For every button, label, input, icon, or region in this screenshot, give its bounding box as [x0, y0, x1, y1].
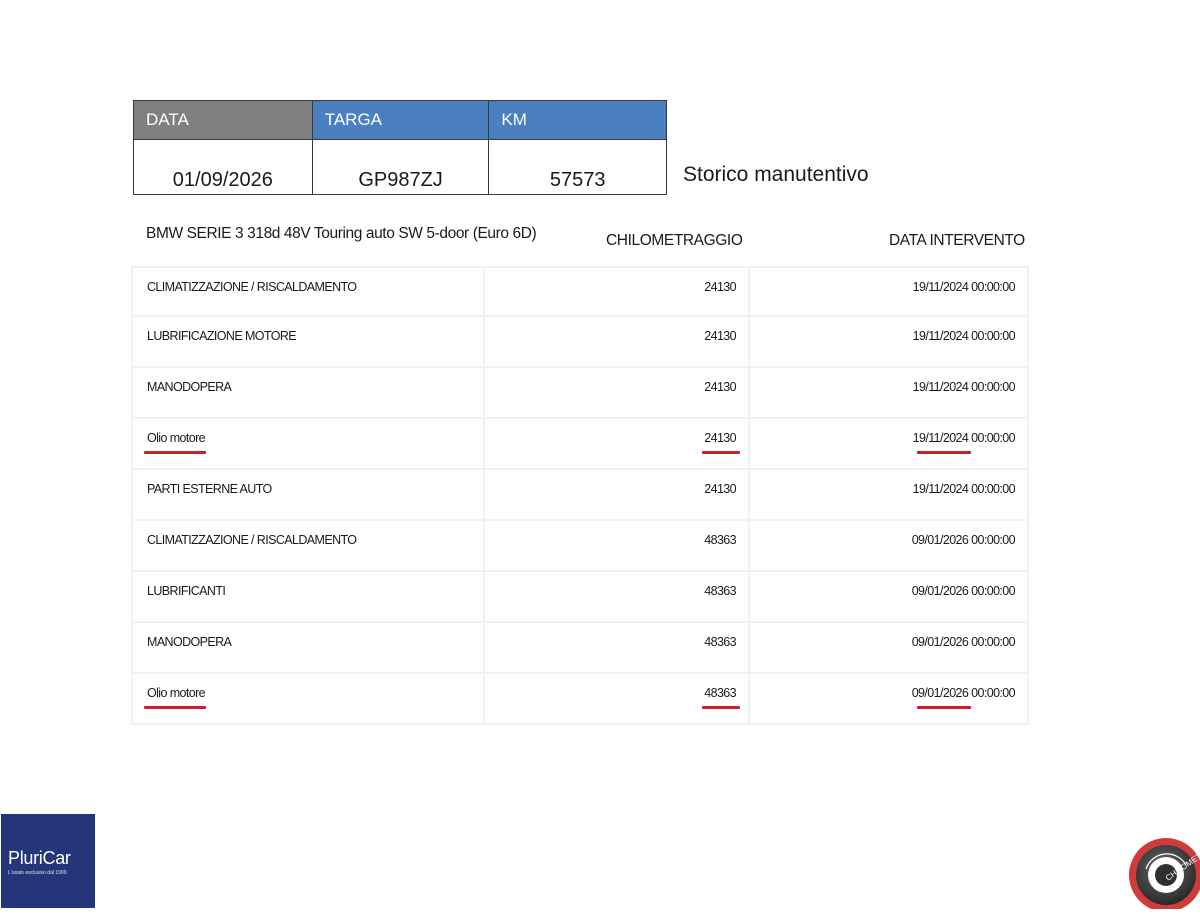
- summary-value-row: 01/09/2026 GP987ZJ 57573: [133, 139, 667, 195]
- red-underline-mark: [917, 706, 971, 709]
- row-date: 09/01/2026 00:00:00: [750, 674, 1029, 723]
- row-date: 19/11/2024 00:00:00: [750, 470, 1029, 519]
- row-km: 24130: [485, 470, 750, 519]
- row-date: 19/11/2024 00:00:00: [750, 317, 1029, 366]
- row-date-text: 09/01/2026 00:00:00: [911, 686, 1016, 700]
- red-underline-mark: [702, 706, 740, 709]
- row-description: CLIMATIZZAZIONE / RISCALDAMENTO: [131, 521, 485, 570]
- row-description: LUBRIFICAZIONE MOTORE: [131, 317, 485, 366]
- row-km-text: 24130: [704, 431, 736, 445]
- summary-table: DATA TARGA KM 01/09/2026 GP987ZJ 57573: [133, 100, 667, 195]
- maintenance-row: LUBRIFICAZIONE MOTORE 24130 19/11/2024 0…: [131, 317, 1029, 368]
- row-date-text: 19/11/2024 00:00:00: [912, 280, 1016, 294]
- row-km: 24130: [485, 268, 750, 315]
- row-description-text: LUBRIFICANTI: [147, 584, 226, 598]
- row-date-text: 19/11/2024 00:00:00: [912, 380, 1016, 394]
- row-km-text: 24130: [704, 329, 736, 343]
- km-certified-seal-icon: CHILOMETRO: [1126, 835, 1200, 912]
- maintenance-row: MANODOPERA 24130 19/11/2024 00:00:00: [131, 368, 1029, 419]
- summary-header-targa: TARGA: [311, 100, 490, 140]
- row-date-text: 09/01/2026 00:00:00: [911, 635, 1016, 649]
- row-km: 48363: [485, 674, 750, 723]
- row-date-text: 19/11/2024 00:00:00: [912, 431, 1016, 445]
- row-km-text: 48363: [704, 584, 736, 598]
- row-km: 48363: [485, 572, 750, 621]
- summary-value-data: 01/09/2026: [133, 139, 313, 195]
- row-description: CLIMATIZZAZIONE / RISCALDAMENTO: [131, 268, 485, 315]
- km-seal-graphic: CHILOMETRO: [1129, 838, 1200, 912]
- row-km-text: 24130: [704, 482, 736, 496]
- maintenance-row: MANODOPERA 48363 09/01/2026 00:00:00: [131, 623, 1029, 674]
- row-description: Olio motore: [131, 419, 485, 468]
- row-km: 24130: [485, 419, 750, 468]
- row-km: 48363: [485, 521, 750, 570]
- document-title: Storico manutentivo: [683, 163, 869, 186]
- row-description-text: MANODOPERA: [147, 635, 232, 649]
- row-description-text: Olio motore: [147, 686, 206, 700]
- maintenance-row: LUBRIFICANTI 48363 09/01/2026 00:00:00: [131, 572, 1029, 623]
- pluricar-logo-brand: PluriCar: [8, 848, 71, 868]
- pluricar-logo-tagline: L'usato esclusivo dal 1999: [8, 870, 67, 876]
- maintenance-row: PARTI ESTERNE AUTO 24130 19/11/2024 00:0…: [131, 470, 1029, 521]
- row-date-text: 09/01/2026 00:00:00: [911, 533, 1016, 547]
- maintenance-row: CLIMATIZZAZIONE / RISCALDAMENTO 48363 09…: [131, 521, 1029, 572]
- row-date: 19/11/2024 00:00:00: [750, 419, 1029, 468]
- red-underline-mark: [144, 706, 206, 709]
- row-km: 48363: [485, 623, 750, 672]
- row-km-text: 48363: [704, 686, 736, 700]
- summary-value-km: 57573: [488, 139, 667, 195]
- row-km-text: 24130: [704, 380, 736, 394]
- red-underline-mark: [144, 451, 206, 454]
- maintenance-row-highlighted: Olio motore 48363 09/01/2026 00:00:00: [131, 674, 1029, 725]
- row-km-text: 24130: [704, 280, 736, 294]
- row-description: PARTI ESTERNE AUTO: [131, 470, 485, 519]
- pluricar-logo: PluriCar L'usato esclusivo dal 1999: [1, 814, 95, 908]
- red-underline-mark: [917, 451, 971, 454]
- row-description-text: Olio motore: [147, 431, 206, 445]
- red-underline-mark: [702, 451, 740, 454]
- row-km: 24130: [485, 368, 750, 417]
- column-header-date: DATA INTERVENTO: [889, 232, 1025, 249]
- row-description-text: PARTI ESTERNE AUTO: [147, 482, 272, 496]
- row-date: 09/01/2026 00:00:00: [750, 572, 1029, 621]
- maintenance-list: CLIMATIZZAZIONE / RISCALDAMENTO 24130 19…: [131, 266, 1029, 725]
- row-km: 24130: [485, 317, 750, 366]
- row-description-text: CLIMATIZZAZIONE / RISCALDAMENTO: [147, 280, 357, 294]
- row-description-text: MANODOPERA: [147, 380, 232, 394]
- row-km-text: 48363: [704, 533, 736, 547]
- row-description: LUBRIFICANTI: [131, 572, 485, 621]
- vehicle-description: BMW SERIE 3 318d 48V Touring auto SW 5-d…: [146, 225, 537, 242]
- summary-header-row: DATA TARGA KM: [133, 100, 667, 140]
- row-description-text: LUBRIFICAZIONE MOTORE: [147, 329, 297, 343]
- row-date: 09/01/2026 00:00:00: [750, 623, 1029, 672]
- row-date-text: 19/11/2024 00:00:00: [912, 482, 1016, 496]
- summary-header-km: KM: [488, 100, 667, 140]
- maintenance-row: CLIMATIZZAZIONE / RISCALDAMENTO 24130 19…: [131, 266, 1029, 317]
- row-description: Olio motore: [131, 674, 485, 723]
- row-date: 19/11/2024 00:00:00: [750, 368, 1029, 417]
- summary-header-data: DATA: [133, 100, 313, 140]
- row-km-text: 48363: [704, 635, 736, 649]
- column-header-km: CHILOMETRAGGIO: [606, 232, 743, 249]
- row-description-text: CLIMATIZZAZIONE / RISCALDAMENTO: [147, 533, 357, 547]
- row-description: MANODOPERA: [131, 368, 485, 417]
- row-date-text: 19/11/2024 00:00:00: [912, 329, 1016, 343]
- maintenance-row-highlighted: Olio motore 24130 19/11/2024 00:00:00: [131, 419, 1029, 470]
- row-description: MANODOPERA: [131, 623, 485, 672]
- row-date-text: 09/01/2026 00:00:00: [911, 584, 1016, 598]
- row-date: 09/01/2026 00:00:00: [750, 521, 1029, 570]
- summary-value-targa: GP987ZJ: [311, 139, 490, 195]
- row-date: 19/11/2024 00:00:00: [750, 268, 1029, 315]
